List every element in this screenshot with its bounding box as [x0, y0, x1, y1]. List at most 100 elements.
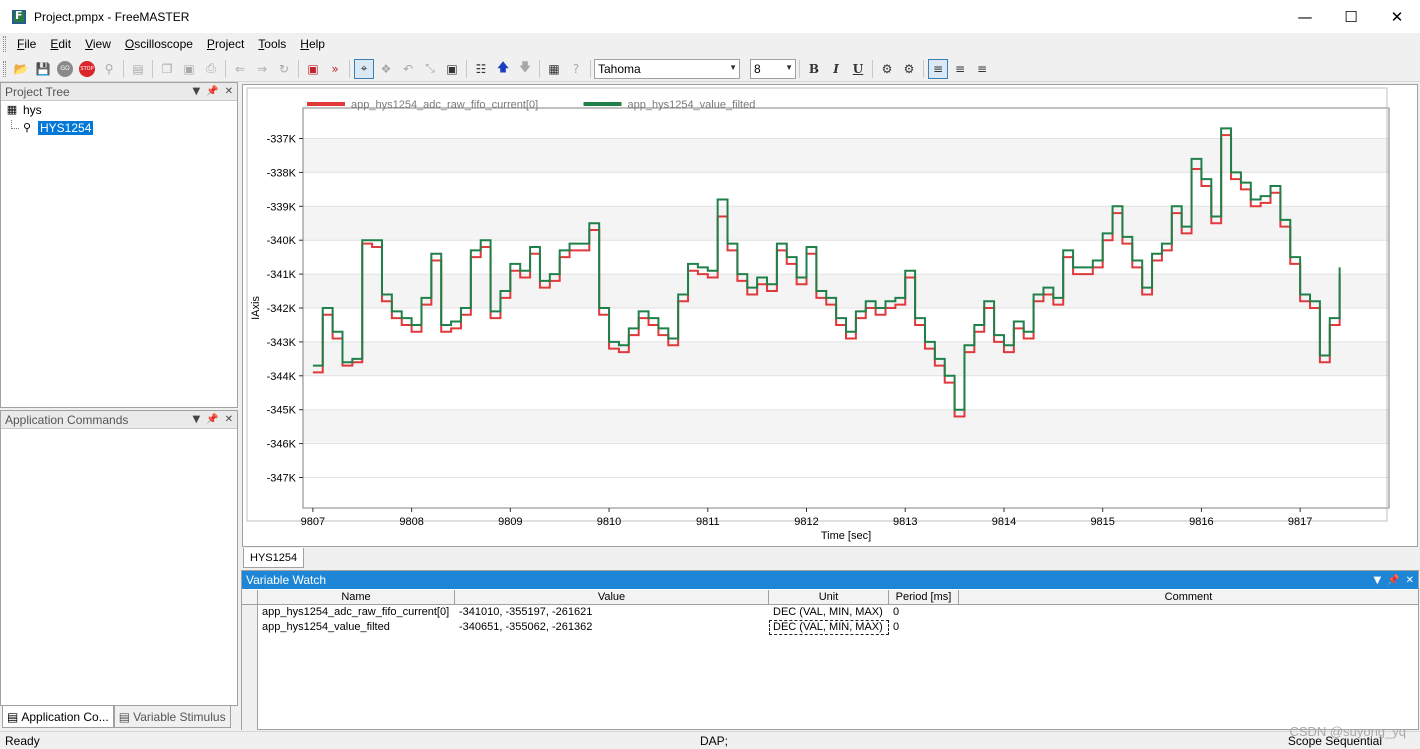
bold-icon[interactable]: B: [804, 59, 824, 79]
help-icon[interactable]: ?: [566, 59, 586, 79]
variable-name: app_hys1254_adc_raw_fifo_current[0]: [262, 606, 450, 618]
fit-icon[interactable]: ⤡: [420, 59, 440, 79]
undo-zoom-icon[interactable]: ↶: [398, 59, 418, 79]
toolbar-separator: [123, 59, 124, 78]
column-header-name[interactable]: Name: [258, 590, 455, 604]
application-commands-header: Application Commands ▼ 📌 ✕: [1, 411, 237, 429]
options-icon[interactable]: ▦: [544, 59, 564, 79]
tab-application-commands[interactable]: ▤ Application Co...: [2, 706, 114, 728]
panel-menu-icon[interactable]: ▼: [192, 86, 200, 97]
minimize-button[interactable]: —: [1282, 0, 1328, 33]
tab-scope-hys1254[interactable]: HYS1254: [243, 548, 305, 568]
key-icon[interactable]: ⚲: [99, 59, 119, 79]
stop-icon[interactable]: STOP: [77, 59, 97, 79]
panel-close-icon[interactable]: ✕: [225, 414, 233, 425]
menu-file[interactable]: File: [10, 33, 43, 55]
variable-unit[interactable]: DEC (VAL, MIN, MAX): [769, 620, 889, 635]
row-selector-column: [242, 635, 258, 730]
font-size-select[interactable]: 8 ▼: [750, 58, 796, 79]
text-color-icon[interactable]: ⚙: [877, 59, 897, 79]
toolbar-grip[interactable]: [3, 60, 6, 77]
title-bar: Project.pmpx - FreeMASTER — ☐ ✕: [0, 0, 1420, 33]
font-size-value: 8: [754, 61, 761, 76]
underline-icon[interactable]: U: [848, 59, 868, 79]
print-icon[interactable]: ⎙: [201, 59, 221, 79]
menu-oscilloscope[interactable]: Oscilloscope: [118, 33, 200, 55]
row-selector[interactable]: [242, 605, 258, 620]
align-center-icon[interactable]: ≡: [950, 59, 970, 79]
font-name-select[interactable]: Tahoma ▼: [594, 58, 740, 79]
grid-band: [303, 341, 1389, 376]
column-header-unit[interactable]: Unit: [769, 590, 889, 604]
grid-band: [303, 274, 1389, 308]
grid-icon[interactable]: ☷: [471, 59, 491, 79]
y-tick-label: -347K: [267, 472, 297, 484]
y-tick-label: -346K: [267, 439, 297, 451]
align-left-icon[interactable]: ≡: [928, 58, 948, 79]
variable-comment: [959, 620, 1418, 635]
column-header-value[interactable]: Value: [455, 590, 769, 604]
copy-icon[interactable]: ❐: [157, 59, 177, 79]
y-tick-label: -345K: [267, 405, 297, 417]
pin-icon[interactable]: 📌: [206, 86, 218, 97]
move-down-icon[interactable]: 🡇: [515, 59, 535, 79]
menu-view[interactable]: View: [78, 33, 118, 55]
panel-close-icon[interactable]: ✕: [225, 86, 233, 97]
save-icon[interactable]: 💾: [33, 59, 53, 79]
column-header-period[interactable]: Period [ms]: [889, 590, 959, 604]
pin-icon[interactable]: 📌: [206, 414, 218, 425]
lock-icon[interactable]: ▣: [442, 59, 462, 79]
watermark: CSDN @suyong_yq: [1289, 724, 1406, 739]
go-icon[interactable]: GO: [55, 59, 75, 79]
x-tick-label: 9811: [696, 516, 720, 528]
zoom-pan-icon[interactable]: ⌖: [354, 58, 374, 79]
project-tree-title: Project Tree: [5, 84, 70, 99]
row-selector[interactable]: [242, 620, 258, 635]
maximize-button[interactable]: ☐: [1328, 0, 1374, 33]
pin-icon[interactable]: 📌: [1387, 575, 1399, 586]
paste-icon[interactable]: ▣: [179, 59, 199, 79]
oscilloscope-view: -337K -338K -339K -340K -341K -342K -343K -344K…: [242, 84, 1418, 547]
close-button[interactable]: ✕: [1374, 0, 1420, 33]
italic-icon[interactable]: I: [826, 59, 846, 79]
move-up-icon[interactable]: 🡅: [493, 59, 513, 79]
menu-tools[interactable]: Tools: [251, 33, 293, 55]
properties-icon[interactable]: ▤: [128, 59, 148, 79]
tree-item-root[interactable]: ▦ hys: [1, 101, 237, 119]
tree-child-label: HYS1254: [38, 121, 94, 135]
y-tick-label: -337K: [267, 134, 297, 146]
application-commands-title: Application Commands: [5, 412, 129, 427]
y-tick-label: -343K: [267, 337, 297, 349]
variable-value: -341010, -355197, -261621: [459, 606, 593, 618]
table-row[interactable]: app_hys1254_adc_raw_fifo_current[0] -341…: [242, 605, 1418, 620]
menu-help[interactable]: Help: [293, 33, 332, 55]
panel-menu-icon[interactable]: ▼: [1373, 575, 1381, 586]
variable-name: app_hys1254_value_filted: [262, 621, 390, 633]
oscilloscope-chart[interactable]: -337K -338K -339K -340K -341K -342K -343K -344K…: [243, 85, 1417, 546]
panel-close-icon[interactable]: ✕: [1406, 575, 1414, 586]
application-commands-panel: Application Commands ▼ 📌 ✕: [0, 410, 238, 706]
menubar-grip[interactable]: [3, 36, 6, 52]
x-tick-label: 9815: [1090, 516, 1114, 528]
y-tick-label: -344K: [267, 371, 297, 383]
record-icon[interactable]: ▣: [303, 59, 323, 79]
menu-project[interactable]: Project: [200, 33, 251, 55]
align-right-icon[interactable]: ≡: [972, 59, 992, 79]
back-arrow-icon[interactable]: ⇐: [230, 59, 250, 79]
tree-item-hys1254[interactable]: ⚲ HYS1254: [1, 119, 237, 137]
toolbar-separator: [590, 59, 591, 78]
panel-menu-icon[interactable]: ▼: [192, 414, 200, 425]
toolbar-separator: [923, 59, 924, 78]
menu-edit[interactable]: Edit: [43, 33, 78, 55]
zoom-in-icon[interactable]: ❖: [376, 59, 396, 79]
column-header-comment[interactable]: Comment: [959, 590, 1418, 604]
tab-variable-stimulus[interactable]: ▤ Variable Stimulus: [113, 706, 231, 728]
refresh-icon[interactable]: ↻: [274, 59, 294, 79]
legend-label-1: app_hys1254_adc_raw_fifo_current[0]: [351, 99, 538, 111]
tree-connector: [11, 119, 19, 129]
open-folder-icon[interactable]: 📂: [11, 59, 31, 79]
scope-run-icon[interactable]: »: [325, 59, 345, 79]
back-color-icon[interactable]: ⚙: [899, 59, 919, 79]
table-row[interactable]: app_hys1254_value_filted -340651, -35506…: [242, 620, 1418, 635]
forward-arrow-icon[interactable]: ⇒: [252, 59, 272, 79]
